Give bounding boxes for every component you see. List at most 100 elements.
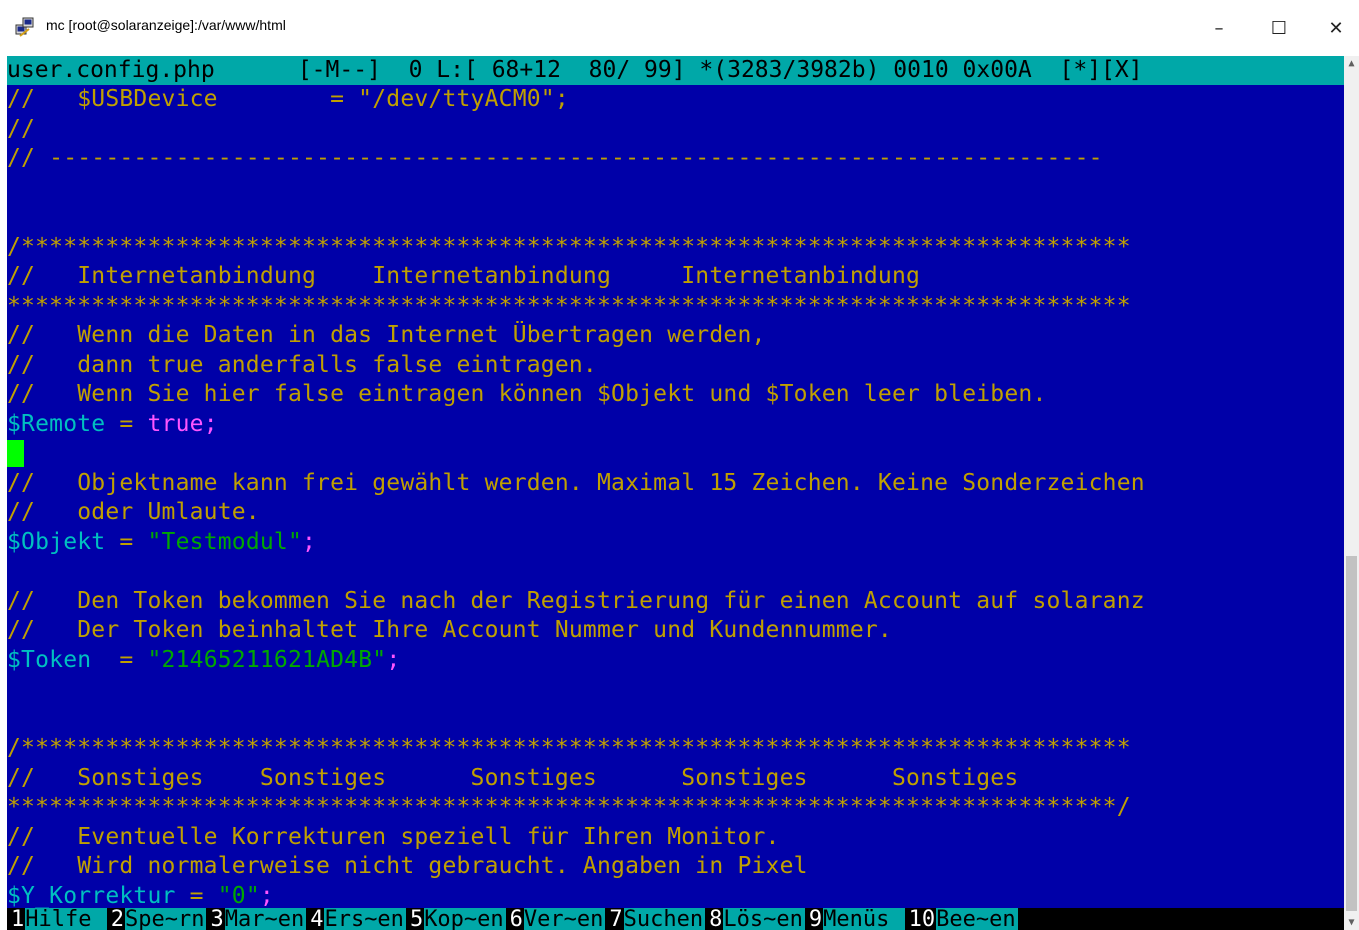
status-mode: [-M--]: [297, 57, 381, 83]
code-token: $Y_Korrektur: [7, 882, 176, 909]
scrollbar-thumb[interactable]: [1346, 556, 1357, 911]
code-line[interactable]: // Der Token beinhaltet Ihre Account Num…: [7, 616, 1344, 646]
fkey-label: Hilfe: [25, 908, 107, 930]
code-token: // Objektname kann frei gewählt werden. …: [7, 469, 1145, 496]
code-token: =: [91, 646, 148, 673]
code-line[interactable]: /***************************************…: [7, 233, 1344, 263]
fkey-8[interactable]: 8 Lös~en: [705, 908, 805, 930]
function-key-bar: 1 Hilfe 2 Spe~rn 3 Mar~en 4 Ers~en 5 Kop~en 6 Ver~…: [7, 908, 1344, 930]
maximize-button[interactable]: ☐: [1256, 8, 1302, 48]
fkey-number: 2: [106, 908, 125, 930]
code-line[interactable]: $Y_Korrektur = "0";: [7, 882, 1344, 912]
code-line[interactable]: // Sonstiges Sonstiges Sonstiges Sonstig…: [7, 764, 1344, 794]
code-line[interactable]: // oder Umlaute.: [7, 498, 1344, 528]
status-flags: [*][X]: [1059, 57, 1143, 83]
fkey-9[interactable]: 9 Menüs: [804, 908, 905, 930]
fkey-label: Menüs: [823, 908, 905, 930]
code-line[interactable]: // Wird normalerweise nicht gebraucht. A…: [7, 852, 1344, 882]
code-token: true: [147, 410, 204, 437]
editor-status-bar: user.config.php [-M--] 0 L:[ 68+12 80/ 9…: [7, 56, 1344, 85]
fkey-7[interactable]: 7 Suchen: [605, 908, 706, 930]
status-position: 0 L:[ 68+12 80/ 99]: [408, 57, 686, 83]
code-token: ;: [259, 882, 274, 909]
fkey-number: 6: [505, 908, 524, 930]
code-line[interactable]: // Objektname kann frei gewählt werden. …: [7, 469, 1344, 499]
code-token: =: [175, 882, 218, 909]
code-token: ;: [203, 410, 218, 437]
putty-app-icon[interactable]: [14, 16, 36, 38]
code-line[interactable]: // -------------------------------------…: [7, 144, 1344, 174]
fkey-label: Spe~rn: [124, 908, 207, 930]
code-token: "0": [217, 882, 260, 909]
code-token: ****************************************…: [7, 292, 1131, 319]
code-token: =: [105, 410, 148, 437]
fkey-label: Bee~en: [936, 908, 1018, 930]
code-line[interactable]: ****************************************…: [7, 793, 1344, 823]
terminal-screen[interactable]: user.config.php [-M--] 0 L:[ 68+12 80/ 9…: [7, 56, 1344, 930]
vertical-scrollbar[interactable]: ▲ ▼: [1344, 56, 1359, 930]
fkey-6[interactable]: 6 Ver~en: [505, 908, 606, 930]
code-line[interactable]: [7, 557, 1344, 587]
code-line[interactable]: // $USBDevice = "/dev/ttyACM0";: [7, 85, 1344, 115]
code-token: // Sonstiges Sonstiges Sonstiges Sonstig…: [7, 764, 1019, 791]
status-bytes: *(3283/3982b): [699, 57, 880, 83]
code-line[interactable]: [7, 675, 1344, 705]
scroll-up-icon[interactable]: ▲: [1344, 56, 1359, 71]
code-line[interactable]: [7, 439, 1344, 469]
code-token: // dann true anderfalls false eintragen.: [7, 351, 597, 378]
editor-text-area[interactable]: // $USBDevice = "/dev/ttyACM0"; // // ----…: [7, 85, 1344, 911]
code-line[interactable]: // Wenn die Daten in das Internet Übertr…: [7, 321, 1344, 351]
code-line[interactable]: // Wenn Sie hier false eintragen können …: [7, 380, 1344, 410]
window-titlebar: mc [root@solaranzeige]:/var/www/html – ☐…: [0, 0, 1359, 56]
code-token: "21465211621AD4B": [147, 646, 387, 673]
fkey-number: 9: [804, 908, 824, 930]
code-token: =: [105, 528, 148, 555]
code-line[interactable]: [7, 705, 1344, 735]
status-filename: user.config.php: [7, 57, 215, 83]
fkey-4[interactable]: 4 Ers~en: [306, 908, 406, 930]
code-line[interactable]: $Remote = true;: [7, 410, 1344, 440]
code-line[interactable]: $Token = "21465211621AD4B";: [7, 646, 1344, 676]
code-line[interactable]: [7, 203, 1344, 233]
code-line[interactable]: /***************************************…: [7, 734, 1344, 764]
code-token: // Eventuelle Korrekturen speziell für I…: [7, 823, 780, 850]
fkey-label: Lös~en: [723, 908, 805, 930]
minimize-button[interactable]: –: [1196, 8, 1242, 48]
code-token: //: [7, 115, 36, 142]
fkey-10[interactable]: 10 Bee~en: [904, 908, 1018, 930]
code-token: ;: [302, 528, 317, 555]
fkey-2[interactable]: 2 Spe~rn: [106, 908, 207, 930]
text-cursor: [7, 440, 24, 467]
fkey-label: Ver~en: [523, 908, 606, 930]
code-line[interactable]: [7, 174, 1344, 204]
fkey-number: 10: [904, 908, 937, 930]
code-token: // Der Token beinhaltet Ihre Account Num…: [7, 617, 892, 643]
fkey-3[interactable]: 3 Mar~en: [206, 908, 307, 930]
fkey-1[interactable]: 1 Hilfe: [7, 908, 107, 930]
code-line[interactable]: //: [7, 115, 1344, 145]
code-token: /***************************************…: [7, 735, 1131, 761]
close-button[interactable]: ✕: [1313, 8, 1359, 48]
code-token: // -------------------------------------…: [7, 145, 1103, 171]
fkey-5[interactable]: 5 Kop~en: [405, 908, 506, 930]
code-token: // Wenn die Daten in das Internet Übertr…: [7, 322, 766, 348]
code-line[interactable]: // dann true anderfalls false eintragen.: [7, 351, 1344, 381]
code-line[interactable]: ****************************************…: [7, 292, 1344, 322]
code-line[interactable]: // Eventuelle Korrekturen speziell für I…: [7, 823, 1344, 853]
fkey-number: 3: [206, 908, 225, 930]
fkey-label: Kop~en: [424, 908, 506, 930]
fkey-number: 4: [306, 908, 325, 930]
code-token: $Remote: [7, 410, 106, 437]
code-token: "Testmodul": [147, 528, 303, 555]
code-line[interactable]: // Den Token bekommen Sie nach der Regis…: [7, 587, 1344, 617]
code-line[interactable]: // Internetanbindung Internetanbindung I…: [7, 262, 1344, 292]
scroll-down-icon[interactable]: ▼: [1344, 915, 1359, 930]
code-token: // Wird normalerweise nicht gebraucht. A…: [7, 853, 808, 879]
code-line[interactable]: $Objekt = "Testmodul";: [7, 528, 1344, 558]
code-token: $Objekt: [7, 528, 106, 555]
code-token: $Token: [7, 646, 92, 673]
fkey-number: 1: [7, 908, 26, 930]
code-token: // oder Umlaute.: [7, 499, 260, 525]
code-token: // Wenn Sie hier false eintragen können …: [7, 381, 1047, 407]
code-token: /***************************************…: [7, 233, 1131, 260]
